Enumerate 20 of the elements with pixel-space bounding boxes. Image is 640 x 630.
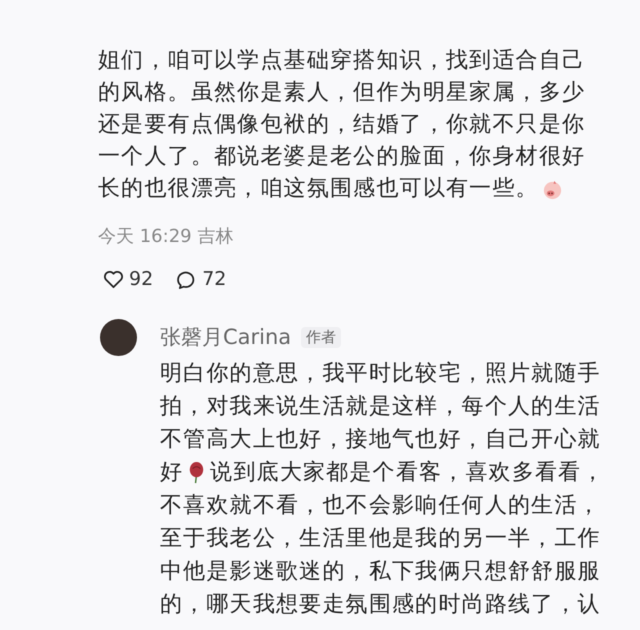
- comment-text: 还是要有点偶像包袱的，结婚了，你就不只是你: [98, 111, 586, 139]
- reply-count: 72: [202, 268, 226, 290]
- reply-text: 拍，对我来说生活就是这样，每个人的生活: [160, 392, 601, 420]
- reply-text: 的，哪天我想要走氛围感的时尚路线了，认: [160, 590, 601, 618]
- reply-text: 中他是影迷歌迷的，私下我俩只想舒舒服服: [160, 558, 601, 586]
- reply-text: 明白你的意思，我平时比较宅，照片就随手: [160, 360, 601, 388]
- comment-text: 的风格。虽然你是素人，但作为明星家属，多少: [98, 79, 586, 107]
- like-count: 92: [129, 268, 154, 290]
- comment-text: 姐们，咱可以学点基础穿搭知识，找到适合自己: [98, 47, 586, 75]
- reply-text: 不管高大上也好，接地气也好，自己开心就: [160, 426, 601, 454]
- avatar[interactable]: [100, 319, 137, 356]
- comment-text: 一个人了。都说老婆是老公的脸面，你身材很好: [98, 143, 586, 171]
- comment-text: 长的也很漂亮，咱这氛围感也可以有一些。: [98, 175, 539, 203]
- reply-text: 不喜欢就不看，也不会影响任何人的生活，: [160, 492, 601, 520]
- author-name[interactable]: 张磬月Carina: [160, 323, 292, 351]
- comment-meta: 今天 16:29 吉林: [98, 225, 234, 249]
- author-badge: 作者: [301, 326, 342, 348]
- reply-text: 好: [160, 458, 184, 486]
- reply-text: 说到底大家都是个看客，喜欢多看看，: [210, 458, 605, 486]
- reply-text: 至于我老公，生活里他是我的另一半，工作: [160, 524, 601, 552]
